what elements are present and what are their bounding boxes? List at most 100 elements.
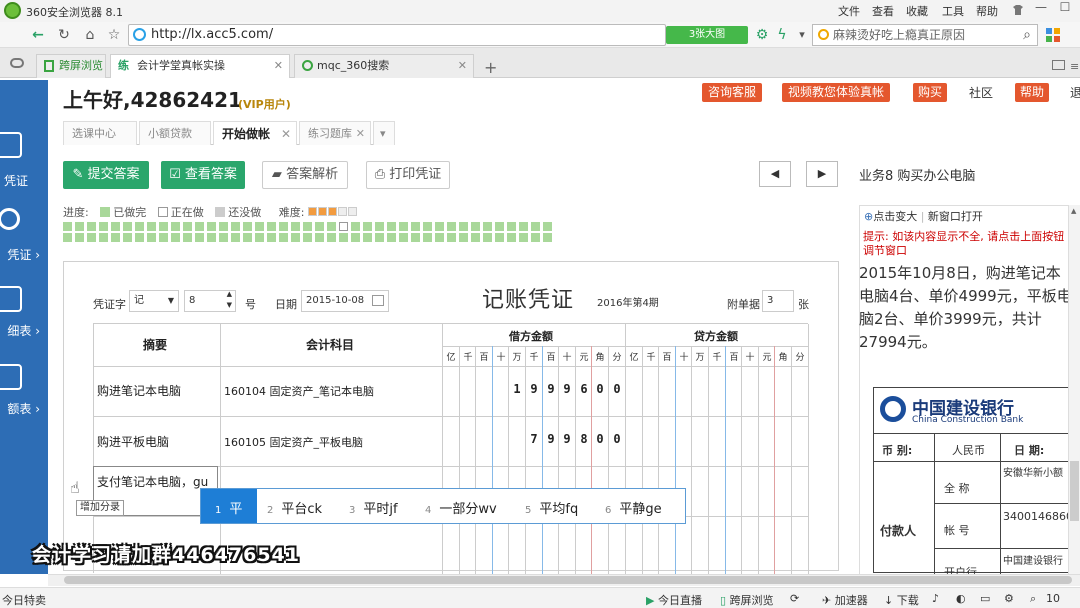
view-answer-button[interactable]: ☑ 查看答案: [161, 161, 245, 189]
tab-360search[interactable]: mqc_360搜索 ✕: [294, 54, 474, 78]
progress-square[interactable]: [303, 222, 312, 231]
status-gear-icon[interactable]: ⚙: [1004, 592, 1014, 605]
progress-square[interactable]: [87, 222, 96, 231]
progress-square[interactable]: [375, 222, 384, 231]
maximize-button[interactable]: ☐: [1054, 0, 1076, 20]
progress-square[interactable]: [387, 222, 396, 231]
progress-square[interactable]: [411, 222, 420, 231]
prev-button[interactable]: ◀: [759, 161, 791, 187]
sidebar-item-voucher[interactable]: 凭证: [0, 172, 28, 189]
refresh-icon[interactable]: ↻: [54, 25, 74, 45]
stepper-arrows-icon[interactable]: ▲ ▼: [227, 289, 232, 311]
zoom-link[interactable]: 点击变大: [873, 210, 917, 223]
progress-square[interactable]: [483, 222, 492, 231]
community-link[interactable]: 社区: [969, 84, 993, 101]
progress-square[interactable]: [63, 233, 72, 242]
sidebar-item-voucher-query[interactable]: 凭证 ›: [0, 246, 40, 263]
progress-square[interactable]: [351, 222, 360, 231]
progress-square[interactable]: [243, 222, 252, 231]
progress-square[interactable]: [291, 222, 300, 231]
progress-square[interactable]: [399, 222, 408, 231]
new-tab-button[interactable]: +: [484, 58, 497, 77]
cloud-icon[interactable]: [10, 58, 24, 68]
menu-tools[interactable]: 工具: [942, 3, 964, 19]
progress-square[interactable]: [147, 233, 156, 242]
star-icon[interactable]: ☆: [104, 25, 124, 45]
progress-square[interactable]: [111, 233, 120, 242]
close-icon[interactable]: ✕: [281, 122, 291, 146]
progress-square[interactable]: [327, 233, 336, 242]
menu-favorites[interactable]: 收藏: [906, 3, 928, 19]
progress-square[interactable]: [159, 233, 168, 242]
progress-square[interactable]: [183, 222, 192, 231]
status-live[interactable]: ▶ 今日直播: [646, 592, 702, 608]
row1-summary[interactable]: 购进笔记本电脑: [97, 382, 181, 399]
close-icon[interactable]: ✕: [274, 55, 283, 77]
progress-square[interactable]: [135, 233, 144, 242]
progress-square[interactable]: [423, 233, 432, 242]
tab-cross-screen[interactable]: 跨屏浏览: [36, 54, 106, 78]
status-cross-screen[interactable]: ▯ 跨屏浏览: [720, 592, 774, 608]
video-button[interactable]: 视频教您体验真帐: [782, 83, 890, 102]
horizontal-scroll-thumb[interactable]: [64, 576, 1072, 584]
tab-course-center[interactable]: 选课中心: [63, 121, 137, 145]
progress-square[interactable]: [519, 233, 528, 242]
close-icon[interactable]: ✕: [356, 122, 365, 146]
progress-square[interactable]: [531, 233, 540, 242]
progress-square[interactable]: [63, 222, 72, 231]
progress-square[interactable]: [219, 222, 228, 231]
progress-square[interactable]: [99, 233, 108, 242]
progress-square[interactable]: [363, 222, 372, 231]
answer-analysis-button[interactable]: ▰ 答案解析: [262, 161, 348, 189]
progress-square[interactable]: [123, 222, 132, 231]
progress-square[interactable]: [207, 233, 216, 242]
progress-square[interactable]: [171, 233, 180, 242]
progress-square[interactable]: [291, 233, 300, 242]
progress-square[interactable]: [171, 222, 180, 231]
progress-square[interactable]: [315, 233, 324, 242]
minimize-button[interactable]: —: [1030, 0, 1052, 20]
calendar-icon[interactable]: [372, 295, 384, 306]
progress-square[interactable]: [411, 233, 420, 242]
progress-square[interactable]: [159, 222, 168, 231]
chevron-down-icon[interactable]: ▾: [792, 25, 812, 45]
progress-square[interactable]: [207, 222, 216, 231]
service-button[interactable]: 咨询客服: [702, 83, 762, 102]
help-button[interactable]: 帮助: [1015, 83, 1049, 102]
tabs-dropdown[interactable]: ▾: [373, 121, 395, 145]
sidebar-item-balance[interactable]: 额表 ›: [0, 400, 40, 417]
ime-candidate-bar[interactable]: 1 平 2 平台ck 3 平时jf 4 一部分wv 5 平均fq 6 平静ge: [200, 488, 686, 524]
progress-square[interactable]: [75, 222, 84, 231]
panel-scrollbar[interactable]: ▲: [1068, 205, 1080, 575]
progress-square[interactable]: [471, 222, 480, 231]
progress-square[interactable]: [507, 222, 516, 231]
status-mute-icon[interactable]: ◐: [956, 592, 966, 605]
menu-file[interactable]: 文件: [838, 3, 860, 19]
status-accelerator[interactable]: ✈ 加速器: [822, 592, 868, 608]
progress-square[interactable]: [279, 222, 288, 231]
ime-candidate[interactable]: 3 平时jf: [349, 498, 398, 517]
progress-square[interactable]: [99, 222, 108, 231]
progress-square[interactable]: [375, 233, 384, 242]
voucher-type-select[interactable]: 记 ▼: [129, 290, 179, 312]
tab-exercise-bank[interactable]: 练习题库 ✕: [299, 121, 371, 145]
status-deals[interactable]: 今日特卖: [2, 592, 46, 608]
progress-square[interactable]: [363, 233, 372, 242]
progress-square[interactable]: [447, 222, 456, 231]
apps-icon[interactable]: [1046, 28, 1060, 42]
progress-square[interactable]: [519, 222, 528, 231]
progress-square[interactable]: [135, 222, 144, 231]
attach-count-field[interactable]: 3: [762, 290, 794, 312]
progress-square[interactable]: [543, 222, 552, 231]
ime-candidate[interactable]: 4 一部分wv: [425, 498, 497, 517]
progress-square[interactable]: [267, 233, 276, 242]
progress-square[interactable]: [327, 222, 336, 231]
buy-button[interactable]: 购买: [913, 83, 947, 102]
ime-candidate[interactable]: 1平: [215, 498, 242, 517]
home-icon[interactable]: ⌂: [80, 25, 100, 45]
ime-candidate[interactable]: 6 平静ge: [605, 498, 662, 517]
search-input[interactable]: 麻辣烫好吃上瘾真正原因: [812, 24, 1038, 46]
back-icon[interactable]: ←: [28, 25, 48, 45]
progress-square[interactable]: [507, 233, 516, 242]
progress-square[interactable]: [303, 233, 312, 242]
